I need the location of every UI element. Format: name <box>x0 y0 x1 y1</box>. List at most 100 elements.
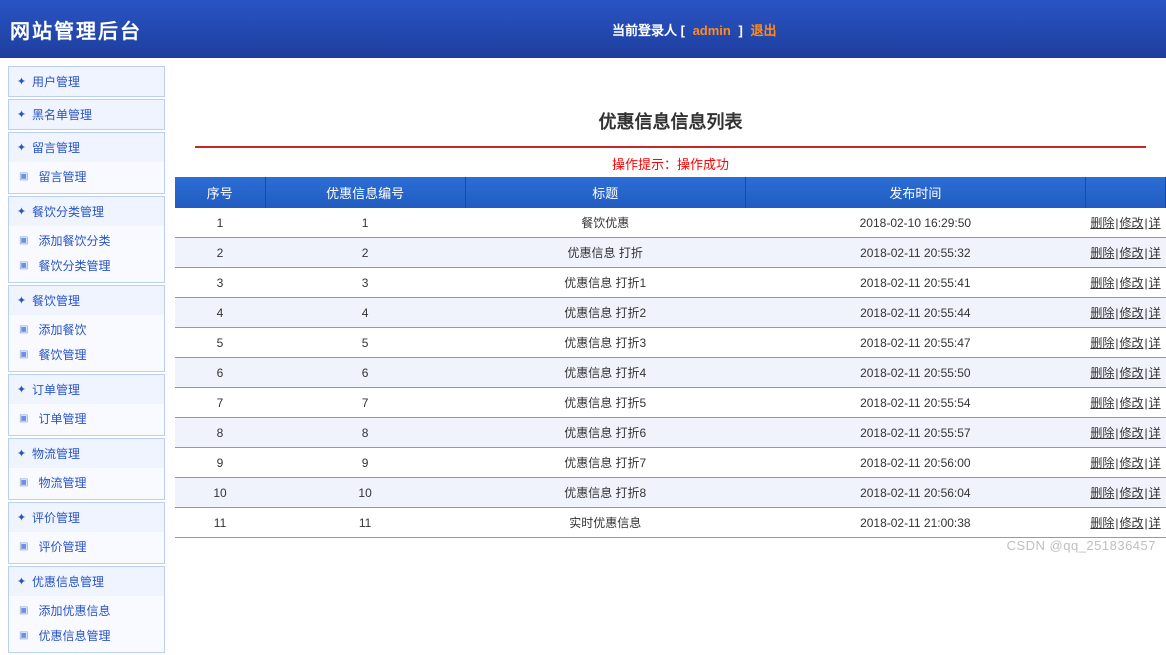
cell-time: 2018-02-11 20:55:41 <box>745 268 1085 298</box>
delete-link[interactable]: 删除 <box>1090 456 1114 470</box>
menu-sub-list: 添加优惠信息优惠信息管理 <box>9 596 164 652</box>
cell-title: 优惠信息 打折8 <box>465 478 745 508</box>
delete-link[interactable]: 删除 <box>1090 246 1114 260</box>
detail-link[interactable]: 详 <box>1149 426 1161 440</box>
separator: | <box>1144 456 1147 470</box>
separator: | <box>1115 306 1118 320</box>
delete-link[interactable]: 删除 <box>1090 216 1114 230</box>
cell-time: 2018-02-11 20:55:44 <box>745 298 1085 328</box>
cell-code: 1 <box>265 208 465 238</box>
detail-link[interactable]: 详 <box>1149 456 1161 470</box>
edit-link[interactable]: 修改 <box>1119 396 1143 410</box>
expand-icon: ✦ <box>17 385 26 394</box>
table-row: 22优惠信息 打折2018-02-11 20:55:32删除|修改|详 <box>175 238 1166 268</box>
menu-header[interactable]: ✦留言管理 <box>9 133 164 162</box>
table-row: 66优惠信息 打折42018-02-11 20:55:50删除|修改|详 <box>175 358 1166 388</box>
delete-link[interactable]: 删除 <box>1090 306 1114 320</box>
edit-link[interactable]: 修改 <box>1119 486 1143 500</box>
menu-group: ✦物流管理物流管理 <box>8 438 165 500</box>
edit-link[interactable]: 修改 <box>1119 216 1143 230</box>
title-underline <box>195 146 1146 148</box>
logout-link[interactable]: 退出 <box>750 23 776 38</box>
menu-header-label: 优惠信息管理 <box>32 573 104 590</box>
delete-link[interactable]: 删除 <box>1090 486 1114 500</box>
separator: | <box>1115 426 1118 440</box>
cell-code: 9 <box>265 448 465 478</box>
menu-sub-item[interactable]: 优惠信息管理 <box>9 623 164 648</box>
detail-link[interactable]: 详 <box>1149 216 1161 230</box>
edit-link[interactable]: 修改 <box>1119 246 1143 260</box>
col-header-title: 标题 <box>465 177 745 208</box>
cell-code: 8 <box>265 418 465 448</box>
table-row: 1111实时优惠信息2018-02-11 21:00:38删除|修改|详 <box>175 508 1166 538</box>
cell-ops: 删除|修改|详 <box>1085 238 1165 268</box>
menu-header[interactable]: ✦物流管理 <box>9 439 164 468</box>
delete-link[interactable]: 删除 <box>1090 426 1114 440</box>
cell-seq: 4 <box>175 298 265 328</box>
cell-title: 优惠信息 打折1 <box>465 268 745 298</box>
site-title: 网站管理后台 <box>10 15 142 44</box>
cell-ops: 删除|修改|详 <box>1085 478 1165 508</box>
cell-ops: 删除|修改|详 <box>1085 358 1165 388</box>
col-header-seq: 序号 <box>175 177 265 208</box>
edit-link[interactable]: 修改 <box>1119 456 1143 470</box>
delete-link[interactable]: 删除 <box>1090 336 1114 350</box>
edit-link[interactable]: 修改 <box>1119 426 1143 440</box>
menu-header[interactable]: ✦ 订单管理 <box>9 375 164 404</box>
menu-sub-item[interactable]: 留言管理 <box>9 164 164 189</box>
login-user-link[interactable]: admin <box>693 23 731 38</box>
detail-link[interactable]: 详 <box>1149 396 1161 410</box>
cell-seq: 9 <box>175 448 265 478</box>
edit-link[interactable]: 修改 <box>1119 276 1143 290</box>
separator: | <box>1144 516 1147 530</box>
detail-link[interactable]: 详 <box>1149 366 1161 380</box>
table-row: 88优惠信息 打折62018-02-11 20:55:57删除|修改|详 <box>175 418 1166 448</box>
table-header-row: 序号 优惠信息编号 标题 发布时间 <box>175 177 1166 208</box>
delete-link[interactable]: 删除 <box>1090 366 1114 380</box>
cell-code: 3 <box>265 268 465 298</box>
menu-header[interactable]: ✦用户管理 <box>9 67 164 96</box>
menu-group: ✦优惠信息管理添加优惠信息优惠信息管理 <box>8 566 165 653</box>
detail-link[interactable]: 详 <box>1149 306 1161 320</box>
cell-title: 优惠信息 打折6 <box>465 418 745 448</box>
menu-header[interactable]: ✦黑名单管理 <box>9 100 164 129</box>
login-prefix: 当前登录人 [ <box>612 23 685 38</box>
separator: | <box>1115 516 1118 530</box>
menu-header[interactable]: ✦餐饮分类管理 <box>9 197 164 226</box>
detail-link[interactable]: 详 <box>1149 246 1161 260</box>
edit-link[interactable]: 修改 <box>1119 336 1143 350</box>
delete-link[interactable]: 删除 <box>1090 276 1114 290</box>
edit-link[interactable]: 修改 <box>1119 306 1143 320</box>
menu-sub-item[interactable]: 餐饮分类管理 <box>9 253 164 278</box>
menu-sub-item[interactable]: 物流管理 <box>9 470 164 495</box>
menu-group: ✦餐饮管理添加餐饮餐饮管理 <box>8 285 165 372</box>
menu-sub-list: 添加餐饮分类餐饮分类管理 <box>9 226 164 282</box>
menu-header[interactable]: ✦评价管理 <box>9 503 164 532</box>
cell-seq: 7 <box>175 388 265 418</box>
detail-link[interactable]: 详 <box>1149 516 1161 530</box>
detail-link[interactable]: 详 <box>1149 336 1161 350</box>
menu-sub-item[interactable]: 订单管理 <box>9 406 164 431</box>
delete-link[interactable]: 删除 <box>1090 516 1114 530</box>
detail-link[interactable]: 详 <box>1149 276 1161 290</box>
sidebar: ✦用户管理✦黑名单管理✦留言管理留言管理✦餐饮分类管理添加餐饮分类餐饮分类管理✦… <box>0 58 165 655</box>
menu-sub-item[interactable]: 添加餐饮分类 <box>9 228 164 253</box>
menu-sub-list: 留言管理 <box>9 162 164 193</box>
cell-title: 优惠信息 打折5 <box>465 388 745 418</box>
menu-header[interactable]: ✦优惠信息管理 <box>9 567 164 596</box>
page-title: 优惠信息信息列表 <box>175 108 1166 134</box>
menu-sub-item[interactable]: 评价管理 <box>9 534 164 559</box>
detail-link[interactable]: 详 <box>1149 486 1161 500</box>
edit-link[interactable]: 修改 <box>1119 366 1143 380</box>
separator: | <box>1115 456 1118 470</box>
menu-header-label: 订单管理 <box>32 381 80 398</box>
menu-sub-item[interactable]: 添加优惠信息 <box>9 598 164 623</box>
delete-link[interactable]: 删除 <box>1090 396 1114 410</box>
cell-time: 2018-02-11 20:55:57 <box>745 418 1085 448</box>
menu-sub-item[interactable]: 餐饮管理 <box>9 342 164 367</box>
edit-link[interactable]: 修改 <box>1119 516 1143 530</box>
menu-header-label: 餐饮分类管理 <box>32 203 104 220</box>
menu-header[interactable]: ✦餐饮管理 <box>9 286 164 315</box>
cell-seq: 8 <box>175 418 265 448</box>
menu-sub-item[interactable]: 添加餐饮 <box>9 317 164 342</box>
